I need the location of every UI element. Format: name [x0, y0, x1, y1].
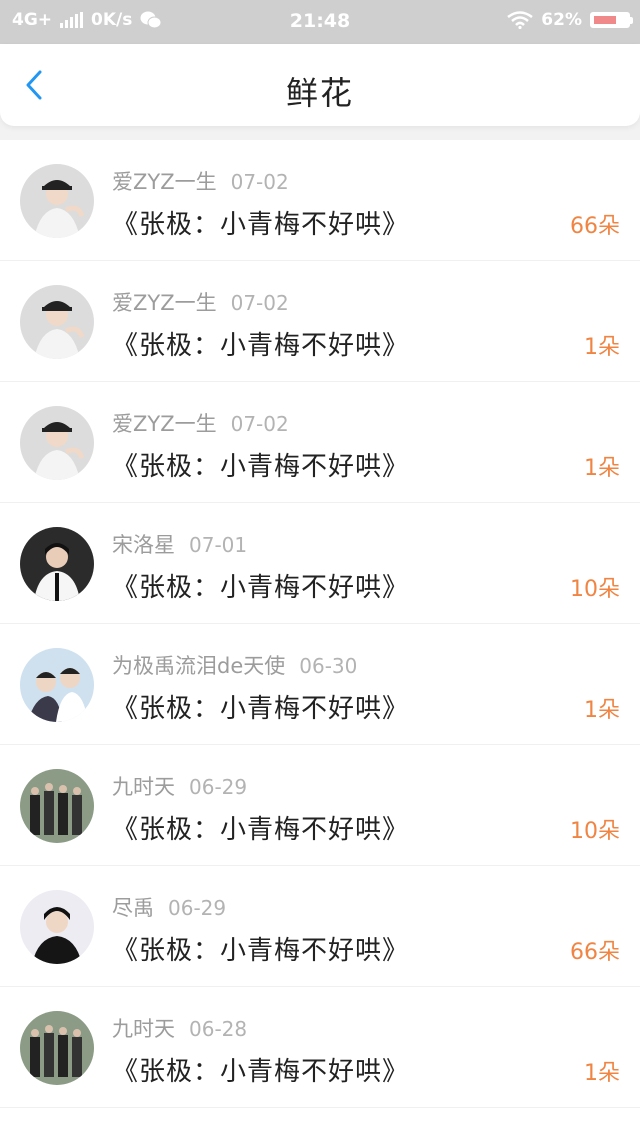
- avatar[interactable]: [20, 527, 94, 601]
- gift-date: 07-02: [230, 291, 289, 315]
- user-name[interactable]: 爱ZYZ一生: [112, 170, 217, 194]
- book-title[interactable]: 《张极：小青梅不好哄》: [112, 930, 409, 967]
- page-title: 鲜花: [285, 74, 354, 112]
- book-title[interactable]: 《张极：小青梅不好哄》: [112, 688, 409, 725]
- user-name[interactable]: 为极禹流泪de天使: [112, 654, 285, 678]
- book-title[interactable]: 《张极：小青梅不好哄》: [112, 204, 409, 241]
- user-name[interactable]: 九时天: [112, 775, 175, 799]
- list-item[interactable]: 爱ZYZ一生 07-02 《张极：小青梅不好哄》 66朵: [0, 140, 640, 261]
- list-item[interactable]: 为极禹流泪de天使 06-30 《张极：小青梅不好哄》 1朵: [0, 624, 640, 745]
- user-name[interactable]: 尽禹: [112, 896, 154, 920]
- list-item[interactable]: 九时天 06-29 《张极：小青梅不好哄》 10朵: [0, 745, 640, 866]
- user-line: 九时天 06-28: [112, 1013, 247, 1043]
- gift-date: 07-02: [230, 170, 289, 194]
- gift-date: 07-01: [189, 533, 248, 557]
- list-item[interactable]: 尽禹 06-29 《张极：小青梅不好哄》 66朵: [0, 866, 640, 987]
- user-name[interactable]: 九时天: [112, 1017, 175, 1041]
- book-title[interactable]: 《张极：小青梅不好哄》: [112, 567, 409, 604]
- battery-percent: 62%: [541, 10, 582, 30]
- list-item[interactable]: 爱ZYZ一生 07-02 《张极：小青梅不好哄》 1朵: [0, 382, 640, 503]
- user-line: 爱ZYZ一生 07-02: [112, 287, 289, 317]
- book-title[interactable]: 《张极：小青梅不好哄》: [112, 809, 409, 846]
- list-item[interactable]: 宋洛星 07-01 《张极：小青梅不好哄》 10朵: [0, 503, 640, 624]
- list-item[interactable]: 爱ZYZ一生 07-02 《张极：小青梅不好哄》 1朵: [0, 261, 640, 382]
- flower-amount: 1朵: [584, 1061, 620, 1086]
- avatar[interactable]: [20, 769, 94, 843]
- user-name[interactable]: 爱ZYZ一生: [112, 412, 217, 436]
- user-line: 为极禹流泪de天使 06-30: [112, 650, 357, 680]
- gift-date: 06-29: [189, 775, 248, 799]
- battery-icon: [590, 12, 633, 28]
- user-line: 爱ZYZ一生 07-02: [112, 408, 289, 438]
- user-name[interactable]: 宋洛星: [112, 533, 175, 557]
- gift-date: 06-29: [168, 896, 227, 920]
- gift-date: 07-02: [230, 412, 289, 436]
- flower-amount: 1朵: [584, 456, 620, 481]
- book-title[interactable]: 《张极：小青梅不好哄》: [112, 1051, 409, 1088]
- avatar[interactable]: [20, 285, 94, 359]
- avatar[interactable]: [20, 648, 94, 722]
- avatar[interactable]: [20, 164, 94, 238]
- status-bar: 4G+ 0K/s 21:48 62%: [0, 0, 640, 44]
- avatar[interactable]: [20, 1011, 94, 1085]
- user-line: 爱ZYZ一生 07-02: [112, 166, 289, 196]
- flower-amount: 1朵: [584, 698, 620, 723]
- flower-amount: 66朵: [570, 214, 620, 239]
- book-title[interactable]: 《张极：小青梅不好哄》: [112, 446, 409, 483]
- book-title[interactable]: 《张极：小青梅不好哄》: [112, 325, 409, 362]
- user-line: 尽禹 06-29: [112, 892, 226, 922]
- gift-date: 06-30: [299, 654, 358, 678]
- flower-amount: 10朵: [570, 577, 620, 602]
- status-right: 62%: [507, 10, 633, 30]
- user-name[interactable]: 爱ZYZ一生: [112, 291, 217, 315]
- user-line: 宋洛星 07-01: [112, 529, 247, 559]
- list-item[interactable]: 九时天 06-28 《张极：小青梅不好哄》 1朵: [0, 987, 640, 1108]
- gift-date: 06-28: [189, 1017, 248, 1041]
- flower-amount: 1朵: [584, 335, 620, 360]
- nav-header: 鲜花: [0, 44, 640, 126]
- avatar[interactable]: [20, 890, 94, 964]
- flower-record-list[interactable]: 爱ZYZ一生 07-02 《张极：小青梅不好哄》 66朵 爱ZYZ一生 07-02 《张极：…: [0, 140, 640, 1140]
- flower-amount: 10朵: [570, 819, 620, 844]
- user-line: 九时天 06-29: [112, 771, 247, 801]
- flower-amount: 66朵: [570, 940, 620, 965]
- avatar[interactable]: [20, 406, 94, 480]
- wifi-icon: [507, 11, 534, 29]
